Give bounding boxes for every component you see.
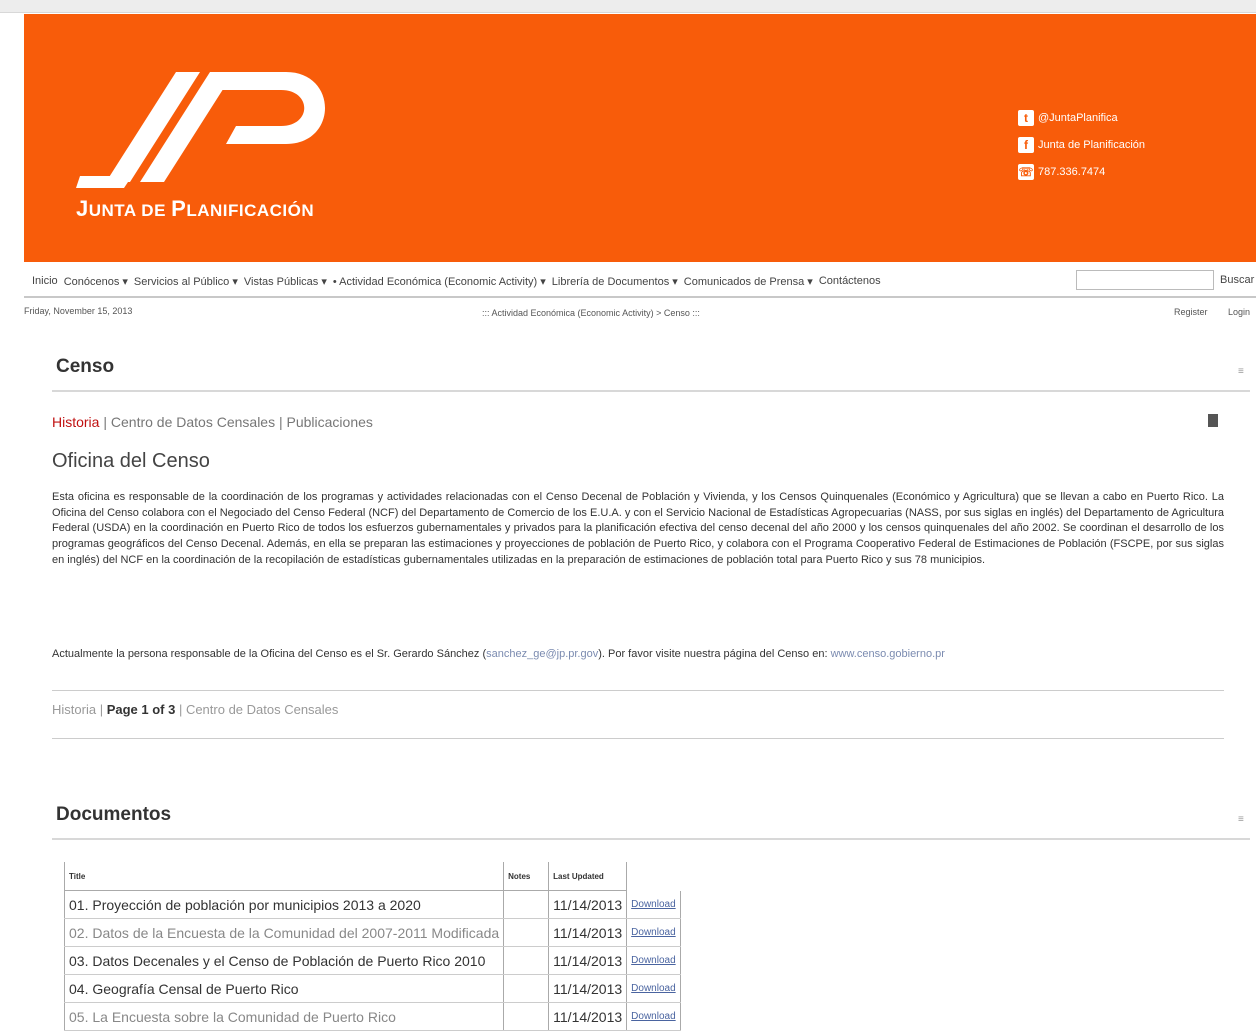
document-notes (503, 974, 549, 1003)
download-link[interactable]: Download (626, 1002, 681, 1031)
document-title: 02. Datos de la Encuesta de la Comunidad… (63, 918, 504, 947)
social-link-twitter[interactable]: t @JuntaPlanifica (1018, 104, 1145, 131)
contact-prefix: Actualmente la persona responsable de la… (52, 648, 487, 660)
documentos-collapse-icon[interactable]: ≡ (1238, 814, 1244, 825)
table-row: 05. La Encuesta sobre la Comunidad de Pu… (63, 1002, 681, 1031)
download-link[interactable]: Download (626, 974, 681, 1003)
contact-mid: ). Por favor visite nuestra página del C… (598, 648, 831, 660)
contact-email-link[interactable]: sanchez_ge@jp.pr.gov (486, 648, 598, 660)
document-title: 01. Proyección de población por municipi… (63, 890, 504, 919)
nav-item-libreria[interactable]: Librería de Documentos ▾ (552, 275, 678, 288)
document-updated: 11/14/2013 (548, 1002, 627, 1031)
header-banner: JUNTA DE PLANIFICACIÓN t @JuntaPlanifica… (24, 14, 1256, 262)
table-header-row: Title Notes Last Updated (63, 862, 681, 891)
phone-icon: ☏ (1018, 163, 1034, 180)
main-nav: Inicio Conócenos ▾ Servicios al Público … (24, 268, 1256, 298)
search-button[interactable]: Buscar (1220, 274, 1254, 286)
document-notes (503, 890, 549, 919)
censo-contact: Actualmente la persona responsable de la… (52, 648, 1224, 660)
logo-initial-j: J (76, 196, 89, 221)
logo-title: JUNTA DE PLANIFICACIÓN (76, 196, 314, 222)
nav-item-servicios[interactable]: Servicios al Público ▾ (134, 275, 238, 288)
censo-site-link[interactable]: www.censo.gobierno.pr (831, 648, 945, 660)
document-title: 05. La Encuesta sobre la Comunidad de Pu… (63, 1002, 504, 1031)
nav-item-conocenos[interactable]: Conócenos ▾ (64, 275, 128, 288)
breadcrumb[interactable]: ::: Actividad Económica (Economic Activi… (482, 308, 700, 318)
column-header-updated[interactable]: Last Updated (548, 862, 627, 891)
nav-item-actividad[interactable]: • Actividad Económica (Economic Activity… (333, 275, 546, 288)
document-notes (503, 946, 549, 975)
document-updated: 11/14/2013 (548, 946, 627, 975)
pager-separator: | (175, 702, 186, 717)
download-link[interactable]: Download (626, 946, 681, 975)
pager-current: Page 1 of 3 (106, 702, 176, 717)
nav-item-contactenos[interactable]: Contáctenos (819, 275, 881, 288)
twitter-icon: t (1018, 109, 1034, 126)
table-row: 02. Datos de la Encuesta de la Comunidad… (63, 918, 681, 947)
nav-item-comunicados[interactable]: Comunicados de Prensa ▾ (684, 275, 813, 288)
nav-item-vistas[interactable]: Vistas Públicas ▾ (244, 275, 327, 288)
facebook-icon: f (1018, 136, 1034, 153)
table-row: 04. Geografía Censal de Puerto Rico 11/1… (63, 974, 681, 1003)
table-row: 01. Proyección de población por municipi… (63, 890, 681, 919)
pager-prev-link[interactable]: Historia (52, 702, 96, 717)
pager-next-link[interactable]: Centro de Datos Censales (186, 702, 338, 717)
censo-tabs: Historia | Centro de Datos Censales | Pu… (52, 414, 373, 430)
document-updated: 11/14/2013 (548, 918, 627, 947)
section-heading: Oficina del Censo (52, 450, 210, 472)
document-title: 03. Datos Decenales y el Censo de Poblac… (63, 946, 504, 975)
pager: Historia | Page 1 of 3 | Centro de Datos… (52, 702, 338, 717)
browser-top-strip (0, 0, 1256, 13)
tab-centro-datos[interactable]: Centro de Datos Censales (111, 414, 275, 430)
jp-logo[interactable] (76, 64, 356, 194)
social-links: t @JuntaPlanifica f Junta de Planificaci… (1018, 104, 1145, 185)
download-link[interactable]: Download (626, 890, 681, 919)
search-input[interactable] (1076, 270, 1214, 290)
social-label: 787.336.7474 (1038, 165, 1106, 178)
logo-word-planificacion: LANIFICACIÓN (186, 201, 315, 220)
social-label: Junta de Planificación (1038, 138, 1146, 151)
tab-publicaciones[interactable]: Publicaciones (287, 414, 373, 430)
sub-header: Friday, November 15, 2013 ::: Actividad … (24, 304, 1256, 322)
print-icon[interactable] (1208, 414, 1218, 427)
download-link[interactable]: Download (626, 918, 681, 947)
censo-description: Esta oficina es responsable de la coordi… (52, 491, 1224, 566)
social-link-facebook[interactable]: f Junta de Planificación (1018, 131, 1145, 158)
content-divider (52, 738, 1224, 739)
logo-word-junta: UNTA DE (88, 201, 172, 220)
document-title: 04. Geografía Censal de Puerto Rico (63, 974, 504, 1003)
module-divider (52, 390, 1250, 392)
documents-table: Title Notes Last Updated 01. Proyección … (63, 862, 681, 1031)
social-link-phone[interactable]: ☏ 787.336.7474 (1018, 158, 1145, 185)
content-divider (52, 690, 1224, 691)
register-link[interactable]: Register (1174, 307, 1208, 317)
tab-separator: | (99, 414, 111, 430)
documentos-module-title: Documentos (56, 804, 172, 825)
logo-initial-p: P (171, 196, 187, 221)
column-header-title[interactable]: Title (63, 862, 504, 891)
table-row: 03. Datos Decenales y el Censo de Poblac… (63, 946, 681, 975)
login-link[interactable]: Login (1228, 307, 1250, 317)
social-label: @JuntaPlanifica (1038, 111, 1118, 124)
column-header-action (626, 862, 681, 891)
document-updated: 11/14/2013 (548, 890, 627, 919)
censo-collapse-icon[interactable]: ≡ (1238, 366, 1244, 377)
document-updated: 11/14/2013 (548, 974, 627, 1003)
nav-item-inicio[interactable]: Inicio (32, 275, 58, 288)
pager-separator: | (96, 702, 107, 717)
tab-separator: | (275, 414, 287, 430)
document-notes (503, 1002, 549, 1031)
module-divider (52, 838, 1250, 840)
document-notes (503, 918, 549, 947)
column-header-notes[interactable]: Notes (503, 862, 549, 891)
censo-module-title: Censo (56, 356, 115, 377)
current-date: Friday, November 15, 2013 (24, 306, 133, 316)
tab-historia[interactable]: Historia (52, 414, 99, 430)
